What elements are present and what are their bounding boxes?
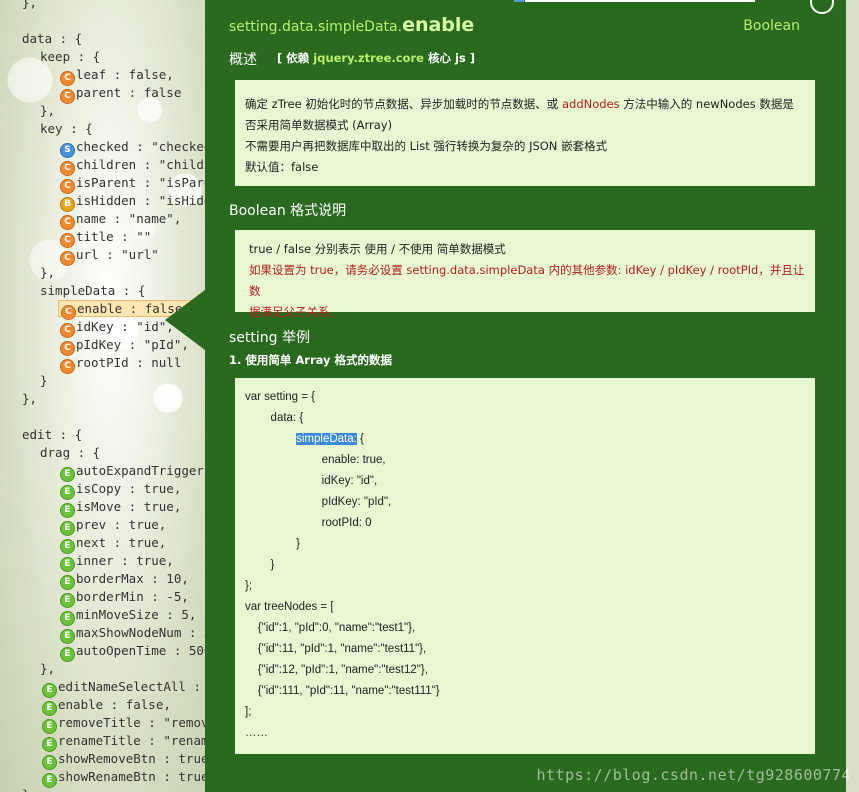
tree-item[interactable]: Curl : "url" bbox=[60, 246, 159, 266]
tree-item[interactable]: EautoOpenTime : 500 bbox=[60, 642, 211, 662]
tree-item-idkey[interactable]: CidKey : "id", bbox=[60, 318, 174, 338]
tree-item[interactable]: EremoveTitle : "remove", bbox=[42, 714, 215, 734]
tree-node-data[interactable]: data : { bbox=[22, 30, 82, 48]
example-heading: setting 举例 bbox=[229, 330, 310, 346]
boolean-format-box: true / false 分别表示 使用 / 不使用 简单数据模式 如果设置为 … bbox=[235, 230, 815, 319]
tree-node-key[interactable]: key : { bbox=[40, 120, 93, 138]
tree-item[interactable]: EmaxShowNodeNum : 5, bbox=[60, 624, 215, 644]
example-subheading: 1. 使用简单 Array 格式的数据 bbox=[229, 353, 393, 367]
selected-text: simpleData: bbox=[296, 433, 357, 445]
tree-item[interactable]: ErenameTitle : "rename", bbox=[42, 732, 215, 752]
watermark: https://blog.csdn.net/tg928600774 bbox=[536, 766, 851, 784]
panel-pointer-arrow bbox=[165, 290, 205, 350]
tree-item-rootpid[interactable]: CrootPId : null bbox=[60, 354, 181, 374]
tree-item[interactable]: EminMoveSize : 5, bbox=[60, 606, 196, 626]
description-box: 确定 zTree 初始化时的节点数据、异步加载时的节点数据、或 addNodes… bbox=[235, 80, 815, 186]
tree-item[interactable]: Ctitle : "" bbox=[60, 228, 151, 248]
api-title: setting.data.simpleData.enable bbox=[229, 14, 475, 36]
overview-heading: 概述 bbox=[229, 52, 257, 68]
code-example-box: var setting = { data: { simpleData: { en… bbox=[235, 378, 815, 754]
api-tree: }, data : { keep : { Cleaf : false, Cpar… bbox=[0, 0, 215, 792]
tree-item[interactable]: Cname : "name", bbox=[60, 210, 181, 230]
e-type-icon: E bbox=[42, 773, 57, 788]
tree-item[interactable]: Schecked : "checked", bbox=[60, 138, 215, 158]
tree-node-drag[interactable]: drag : { bbox=[40, 444, 100, 462]
boolean-format-heading: Boolean 格式说明 bbox=[229, 203, 347, 219]
tree-node-keep[interactable]: keep : { bbox=[40, 48, 100, 66]
tree-item[interactable]: CisParent : "isParent", bbox=[60, 174, 215, 194]
tree-item[interactable]: Einner : true, bbox=[60, 552, 174, 572]
tree-item-parent[interactable]: Cparent : false bbox=[60, 84, 181, 104]
c-type-icon: C bbox=[60, 359, 75, 374]
tree-item-leaf[interactable]: Cleaf : false, bbox=[60, 66, 174, 86]
tree-node-edit[interactable]: edit : { bbox=[22, 426, 82, 444]
tree-brace: }, bbox=[40, 661, 56, 676]
tree-item[interactable]: EshowRenameBtn : true bbox=[42, 768, 209, 788]
tree-item[interactable]: EisMove : true, bbox=[60, 498, 181, 518]
tree-item[interactable]: EborderMax : 10, bbox=[60, 570, 189, 590]
tree-brace: } bbox=[22, 786, 30, 792]
api-detail-panel: setting.data.simpleData.enable Boolean 概… bbox=[165, 0, 846, 792]
dependency-note: [ 依赖 jquery.ztree.core 核心 js ] bbox=[277, 51, 475, 65]
tree-item[interactable]: Eenable : false, bbox=[42, 696, 171, 716]
tree-brace: } bbox=[40, 373, 48, 388]
dependency-link[interactable]: jquery.ztree.core bbox=[313, 51, 424, 65]
tree-item[interactable]: BisHidden : "isHidden" bbox=[60, 192, 215, 212]
tree-item[interactable]: EisCopy : true, bbox=[60, 480, 181, 500]
tree-brace: }, bbox=[40, 103, 56, 118]
c-type-icon: C bbox=[60, 89, 75, 104]
tree-item[interactable]: EshowRemoveBtn : true, bbox=[42, 750, 215, 770]
addnodes-link[interactable]: addNodes bbox=[562, 97, 620, 111]
tree-item[interactable]: Cchildren : "children", bbox=[60, 156, 215, 176]
tree-item[interactable]: EautoExpandTrigger : true, bbox=[60, 462, 215, 482]
tree-item[interactable]: Enext : true, bbox=[60, 534, 166, 554]
tree-item[interactable]: Eprev : true, bbox=[60, 516, 166, 536]
search-input[interactable] bbox=[525, 0, 755, 2]
api-type: Boolean bbox=[743, 18, 800, 34]
tree-item[interactable]: EeditNameSelectAll : false, bbox=[42, 678, 215, 698]
tree-node-simpledata[interactable]: simpleData : { bbox=[40, 282, 145, 300]
checkbox-icon[interactable] bbox=[514, 0, 524, 2]
close-icon[interactable] bbox=[810, 0, 834, 14]
tree-brace: }, bbox=[22, 391, 38, 406]
tree-brace: }, bbox=[40, 265, 56, 280]
tree-item[interactable]: EborderMin : -5, bbox=[60, 588, 189, 608]
e-type-icon: E bbox=[60, 647, 75, 662]
tree-brace: }, bbox=[22, 0, 38, 10]
c-type-icon: C bbox=[60, 251, 75, 266]
